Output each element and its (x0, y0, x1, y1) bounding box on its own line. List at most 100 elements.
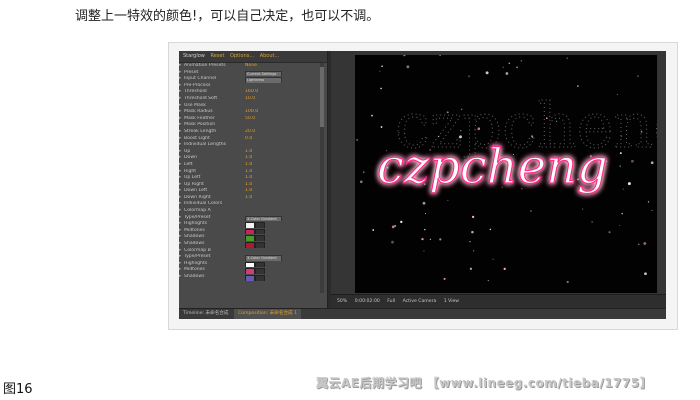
property-row[interactable]: ▸ Type/Preset 3-Color Gradient (179, 215, 327, 222)
property-value[interactable]: 1.0 (245, 155, 252, 162)
sparkle-dot (637, 75, 639, 77)
about-link[interactable]: About... (260, 53, 280, 59)
property-row[interactable]: ▸ Threshold 160.0 (179, 89, 327, 96)
property-label: Mask Position (184, 122, 216, 128)
sparkle-dot (621, 212, 623, 215)
property-row[interactable]: ▸ Colormap A (179, 208, 327, 215)
sparkle-dot (447, 199, 449, 201)
effect-header: Starglow Reset Options... About... (179, 51, 327, 63)
scroll-thumb[interactable] (320, 67, 324, 127)
property-value[interactable]: 0.0 (245, 136, 252, 143)
property-value[interactable]: 1.0 (245, 162, 252, 169)
property-row[interactable]: ▸ Left 1.0 (179, 162, 327, 169)
sparkle-dot (529, 210, 532, 212)
property-label: Animation Presets (184, 63, 226, 68)
timecode[interactable]: 0:00:02:00 (355, 299, 380, 304)
panel-tab-bar: Timeline: 未命名合成 Composition: 未命名合成 1 (179, 308, 666, 319)
property-row[interactable]: ▸ Colormap B (179, 248, 327, 255)
property-row[interactable]: ▸ Up Right 1.0 (179, 182, 327, 189)
property-row[interactable]: ▸ Down 1.0 (179, 155, 327, 162)
property-value[interactable]: 1.0 (245, 149, 252, 156)
property-value[interactable]: 50.0 (245, 116, 255, 123)
property-row[interactable]: ▸ Down Right 1.0 (179, 195, 327, 202)
sparkle-dot (423, 250, 425, 252)
property-value[interactable]: 160.0 (245, 89, 258, 96)
property-row[interactable]: ▸ Mask Position (179, 122, 327, 129)
property-value[interactable]: 100.0 (245, 109, 258, 116)
property-row[interactable]: ▸ Boost Light 0.0 (179, 136, 327, 143)
property-value[interactable]: 1.0 (245, 188, 252, 195)
property-row[interactable]: ▸ Highlights (179, 261, 327, 268)
property-value[interactable]: 10.0 (245, 96, 255, 103)
property-value[interactable]: 20.0 (245, 129, 255, 136)
property-label: Threshold (184, 89, 207, 95)
camera-dropdown[interactable]: Active Camera (403, 299, 437, 304)
property-row[interactable]: ▸ Preset Current Settings (179, 70, 327, 77)
sparkle-dot (622, 188, 624, 190)
sparkle-dot (608, 231, 611, 234)
sparkle-dot (651, 209, 653, 212)
property-value[interactable]: 1.0 (245, 182, 252, 189)
sparkle-dot (429, 238, 432, 241)
sparkle-dot (439, 238, 442, 241)
sparkle-dot (505, 72, 509, 75)
sparkle-dot (469, 241, 471, 243)
property-row[interactable]: ▸ Up 1.0 (179, 149, 327, 156)
sparkle-dot (566, 57, 568, 59)
composition-viewer: czpcheng czpcheng 50% 0:00:02:00 Full Ac… (331, 51, 666, 309)
property-row[interactable]: ▸ Midtones (179, 267, 327, 274)
property-value[interactable]: 1.0 (245, 195, 252, 202)
property-row[interactable]: ▸ Individual Colors (179, 201, 327, 208)
property-row[interactable]: ▸ Shadows (179, 241, 327, 248)
property-label: Highlights (184, 221, 208, 227)
property-row[interactable]: ▸ Mask Radius 100.0 (179, 109, 327, 116)
effect-name: Starglow (183, 53, 205, 59)
property-row[interactable]: ▸ Animation Presets None (179, 63, 327, 70)
property-row[interactable]: ▸ Midtones (179, 228, 327, 235)
property-row[interactable]: ▸ Use Mask (179, 103, 327, 110)
options-link[interactable]: Options... (230, 53, 254, 59)
property-row[interactable]: ▸ Shadows (179, 234, 327, 242)
eyedropper-icon[interactable] (255, 275, 265, 281)
property-row[interactable]: ▸ Input Channel Lightness (179, 76, 327, 83)
sparkle-dot (379, 70, 381, 72)
view-layout-dropdown[interactable]: 1 View (444, 299, 459, 304)
property-value[interactable]: None (245, 63, 257, 70)
panel-scrollbar[interactable] (320, 63, 324, 293)
sparkle-dot (362, 171, 365, 174)
property-row[interactable]: ▸ Pre-Process (179, 83, 327, 90)
property-row[interactable]: ▸ Streak Length 20.0 (179, 129, 327, 136)
ae-screenshot: Starglow Reset Options... About... ▸ Anim… (179, 51, 666, 319)
sparkle-dot (619, 165, 621, 167)
property-row[interactable]: ▸ Down Left 1.0 (179, 188, 327, 195)
composition-canvas: czpcheng czpcheng (355, 55, 657, 293)
sparkle-dot (400, 220, 403, 224)
tab-composition[interactable]: Composition: 未命名合成 1 (233, 309, 302, 319)
property-value[interactable]: 1.0 (245, 169, 252, 176)
property-value[interactable]: 1.0 (245, 175, 252, 182)
property-row[interactable]: ▸ Threshold Soft 10.0 (179, 96, 327, 103)
property-label: Colormap B (184, 247, 211, 253)
reset-link[interactable]: Reset (210, 53, 224, 59)
property-row[interactable]: ▸ Individual Lengths (179, 142, 327, 149)
property-row[interactable]: ▸ Highlights (179, 221, 327, 228)
effect-controls-panel: Starglow Reset Options... About... ▸ Anim… (179, 51, 328, 309)
property-row[interactable]: ▸ Up Left 1.0 (179, 175, 327, 182)
property-row[interactable]: ▸ Mask Feather 50.0 (179, 116, 327, 123)
sparkle-dot (380, 126, 383, 128)
zoom-dropdown[interactable]: 50% (337, 299, 347, 304)
property-label: Preset (184, 69, 199, 75)
property-row[interactable]: ▸ Shadows (179, 274, 327, 281)
property-label: Up (184, 148, 191, 154)
property-label: Colormap A (184, 208, 211, 214)
property-label: Input Channel (184, 76, 217, 82)
resolution-dropdown[interactable]: Full (387, 299, 395, 304)
color-swatch[interactable] (245, 275, 255, 281)
sparkle-dot (644, 272, 647, 276)
sparkle-dot (391, 240, 394, 244)
property-row[interactable]: ▸ Right 1.0 (179, 169, 327, 176)
tab-timeline[interactable]: Timeline: 未命名合成 (179, 309, 233, 319)
property-row[interactable]: ▸ Type/Preset 3-Color Gradient (179, 254, 327, 261)
sparkle-dot (469, 267, 473, 270)
sparkle-dot (647, 201, 650, 203)
